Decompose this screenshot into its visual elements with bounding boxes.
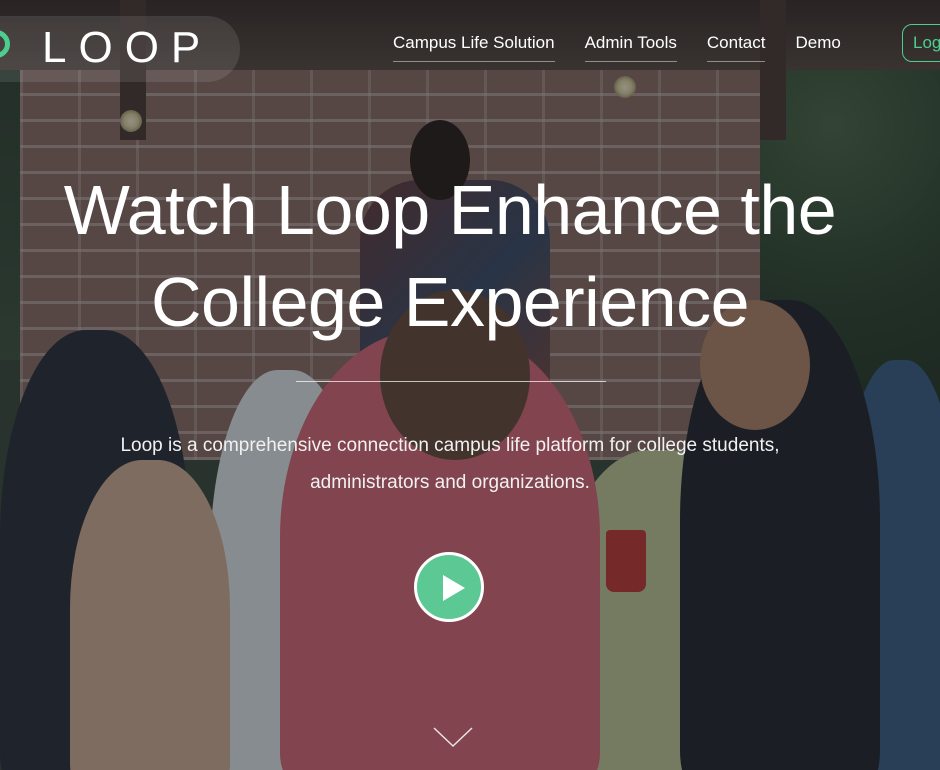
- nav-demo[interactable]: Demo: [795, 32, 840, 62]
- nav-admin-tools[interactable]: Admin Tools: [584, 32, 677, 62]
- chevron-down-icon[interactable]: [432, 718, 474, 748]
- logo-text: LOOP: [42, 23, 213, 72]
- dark-overlay: [0, 0, 940, 770]
- nav-campus-life-solution[interactable]: Campus Life Solution: [393, 32, 555, 62]
- hero-background-image: [0, 0, 940, 770]
- play-icon: [443, 575, 465, 601]
- hero-title: Watch Loop Enhance the College Experienc…: [63, 171, 837, 341]
- play-video-button[interactable]: [414, 552, 484, 622]
- nav-contact[interactable]: Contact: [706, 32, 766, 62]
- hero-subtitle: Loop is a comprehensive connection campu…: [120, 435, 780, 493]
- login-button[interactable]: Log: [902, 24, 940, 62]
- hero-divider: [296, 381, 606, 382]
- main-nav: Campus Life Solution Admin Tools Contact…: [393, 32, 871, 62]
